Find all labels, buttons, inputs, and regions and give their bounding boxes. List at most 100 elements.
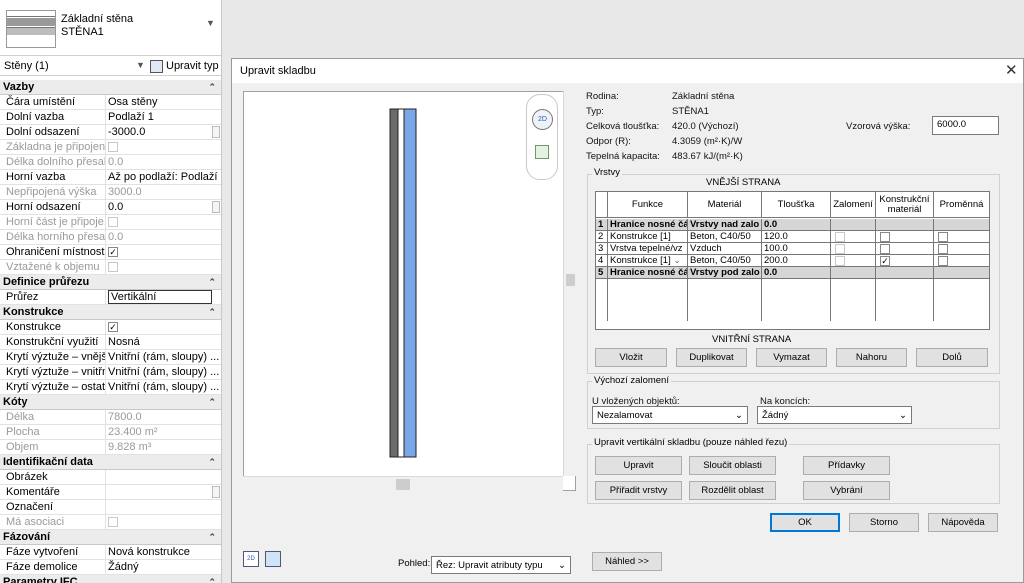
property-row[interactable]: Dolní vazba Podlaží 1 (0, 110, 221, 125)
delete-button[interactable]: Vymazat (756, 348, 827, 367)
layer-struct-checkbox[interactable]: ✓ (880, 255, 890, 266)
property-row[interactable]: Konstrukční využití Nosná (0, 335, 221, 350)
property-row[interactable]: Horní odsazení 0.0 (0, 200, 221, 215)
cancel-button[interactable]: Storno (849, 513, 919, 532)
property-value[interactable] (106, 470, 221, 484)
layer-thickness[interactable]: 100.0 (762, 243, 831, 254)
collapse-icon[interactable]: ⌃ (208, 395, 216, 409)
layer-thickness[interactable]: 0.0 (762, 219, 831, 230)
move-up-button[interactable]: Nahoru (836, 348, 907, 367)
property-group-header[interactable]: Definice průřezu ⌃ (0, 275, 221, 290)
property-value[interactable] (106, 500, 221, 514)
layer-function[interactable]: Konstrukce [1] (608, 231, 688, 242)
property-row[interactable]: Základna je připojena. (0, 140, 221, 155)
layer-struct-checkbox[interactable] (880, 243, 890, 254)
property-edit-field[interactable]: Vertikální (108, 290, 212, 304)
layer-var-checkbox[interactable] (938, 255, 948, 266)
property-checkbox[interactable] (108, 217, 118, 228)
property-value[interactable]: Nosná (106, 335, 221, 349)
view-select[interactable]: Řez: Upravit atributy typu ⌄ (431, 556, 571, 574)
help-button[interactable]: Nápověda (928, 513, 998, 532)
column-header[interactable]: Zalomení (831, 192, 876, 217)
layer-thickness[interactable]: 200.0 (762, 255, 831, 266)
property-value[interactable]: Vnitřní (rám, sloupy) ... (106, 365, 221, 379)
at-ends-select[interactable]: Žádný ⌄ (757, 406, 912, 424)
layer-material[interactable]: Beton, C40/50 (688, 231, 762, 242)
property-row[interactable]: Vztažené k objemu (0, 260, 221, 275)
property-value[interactable]: Vnitřní (rám, sloupy) ... (106, 350, 221, 364)
layer-row[interactable]: 4 Konstrukce [1] ⌄ Beton, C40/50 200.0 ✓ (596, 255, 989, 267)
property-row[interactable]: Krytí výztuže – ostatn...Vnitřní (rám, s… (0, 380, 221, 395)
chevron-down-icon[interactable]: ⌄ (674, 256, 681, 265)
layer-row[interactable]: 2 Konstrukce [1] Beton, C40/50 120.0 (596, 231, 989, 243)
property-row[interactable]: Fáze vytvoření Nová konstrukce (0, 545, 221, 560)
collapse-icon[interactable]: ⌃ (208, 305, 216, 319)
merge-regions-button[interactable]: Sloučit oblasti (689, 456, 776, 475)
associate-parameter-button[interactable] (212, 486, 220, 498)
property-value[interactable]: 3000.0 (106, 185, 221, 199)
property-row[interactable]: Délka 7800.0 (0, 410, 221, 425)
property-checkbox[interactable] (108, 517, 118, 528)
layer-material[interactable]: Vrstvy nad zalo (688, 219, 762, 230)
property-row[interactable]: Krytí výztuže – vnější ...Vnitřní (rám, … (0, 350, 221, 365)
property-value[interactable]: 0.0 (106, 155, 221, 169)
property-group-header[interactable]: Konstrukce ⌃ (0, 305, 221, 320)
sweeps-button[interactable]: Přídavky (803, 456, 890, 475)
collapse-icon[interactable]: ⌃ (208, 530, 216, 544)
column-header[interactable]: Funkce (608, 192, 688, 217)
property-row[interactable]: Čára umístění Osa stěny (0, 95, 221, 110)
layer-row[interactable]: 5 Hranice nosné čá Vrstvy pod zalo 0.0 (596, 267, 989, 279)
property-checkbox[interactable] (108, 262, 118, 273)
property-value[interactable]: Podlaží 1 (106, 110, 221, 124)
layer-struct-checkbox[interactable] (880, 231, 890, 242)
property-value[interactable]: 9.828 m³ (106, 440, 221, 454)
property-row[interactable]: Objem 9.828 m³ (0, 440, 221, 455)
sample-height-input[interactable]: 6000.0 (932, 116, 999, 135)
chevron-down-icon[interactable]: ▼ (206, 18, 215, 28)
layer-wrap-checkbox[interactable] (835, 231, 845, 242)
layer-wrap-checkbox[interactable] (835, 243, 845, 254)
property-row[interactable]: Horní část je připoje... (0, 215, 221, 230)
split-region-button[interactable]: Rozdělit oblast (689, 481, 776, 500)
associate-parameter-button[interactable] (212, 126, 220, 138)
property-row[interactable]: Má asociaci (0, 515, 221, 530)
layer-function[interactable]: Vrstva tepelné/vz (608, 243, 688, 254)
zoom-icon[interactable] (535, 145, 549, 159)
property-group-header[interactable]: Parametry IFC ⌃ (0, 575, 221, 583)
property-row[interactable]: Označení (0, 500, 221, 515)
steering-wheel-icon[interactable]: 2D (243, 551, 259, 567)
column-header[interactable]: Konstrukční materiál (876, 192, 934, 217)
view-cube-icon[interactable] (265, 551, 281, 567)
property-row[interactable]: Plocha 23.400 m² (0, 425, 221, 440)
property-value[interactable]: Vnitřní (rám, sloupy) ... (106, 380, 221, 394)
property-value[interactable] (106, 140, 221, 154)
associate-parameter-button[interactable] (212, 201, 220, 213)
layer-material[interactable]: Beton, C40/50 (688, 255, 762, 266)
property-group-header[interactable]: Vazby ⌃ (0, 80, 221, 95)
close-icon[interactable]: ✕ (1005, 61, 1018, 79)
layer-var-checkbox[interactable] (938, 243, 948, 254)
edit-type-button[interactable]: Upravit typ (150, 57, 219, 75)
steering-wheel-icon[interactable]: 2D (532, 109, 553, 130)
layers-table[interactable]: Funkce Materiál Tloušťka Zalomení Konstrukčn… (595, 191, 990, 330)
layer-function[interactable]: Konstrukce [1] ⌄ (608, 255, 688, 266)
property-row[interactable]: Fáze demolice Žádný (0, 560, 221, 575)
property-value[interactable]: 7800.0 (106, 410, 221, 424)
property-value[interactable]: 23.400 m² (106, 425, 221, 439)
collapse-icon[interactable]: ⌃ (208, 575, 216, 583)
column-header[interactable]: Proměnná (934, 192, 989, 217)
property-row[interactable]: Obrázek (0, 470, 221, 485)
property-row[interactable]: Dolní odsazení -3000.0 (0, 125, 221, 140)
scroll-thumb[interactable] (566, 274, 575, 286)
property-value[interactable] (106, 485, 212, 499)
move-down-button[interactable]: Dolů (916, 348, 988, 367)
property-value[interactable]: Až po podlaží: Podlaží 1 (106, 170, 221, 184)
property-row[interactable]: Délka horního přesahu0.0 (0, 230, 221, 245)
property-value[interactable] (106, 515, 221, 529)
layer-function[interactable]: Hranice nosné čá (608, 219, 688, 230)
collapse-icon[interactable]: ⌃ (208, 80, 216, 94)
layer-function[interactable]: Hranice nosné čá (608, 267, 688, 278)
property-value[interactable] (106, 260, 221, 274)
property-group-header[interactable]: Kóty ⌃ (0, 395, 221, 410)
property-value[interactable]: Osa stěny (106, 95, 221, 109)
